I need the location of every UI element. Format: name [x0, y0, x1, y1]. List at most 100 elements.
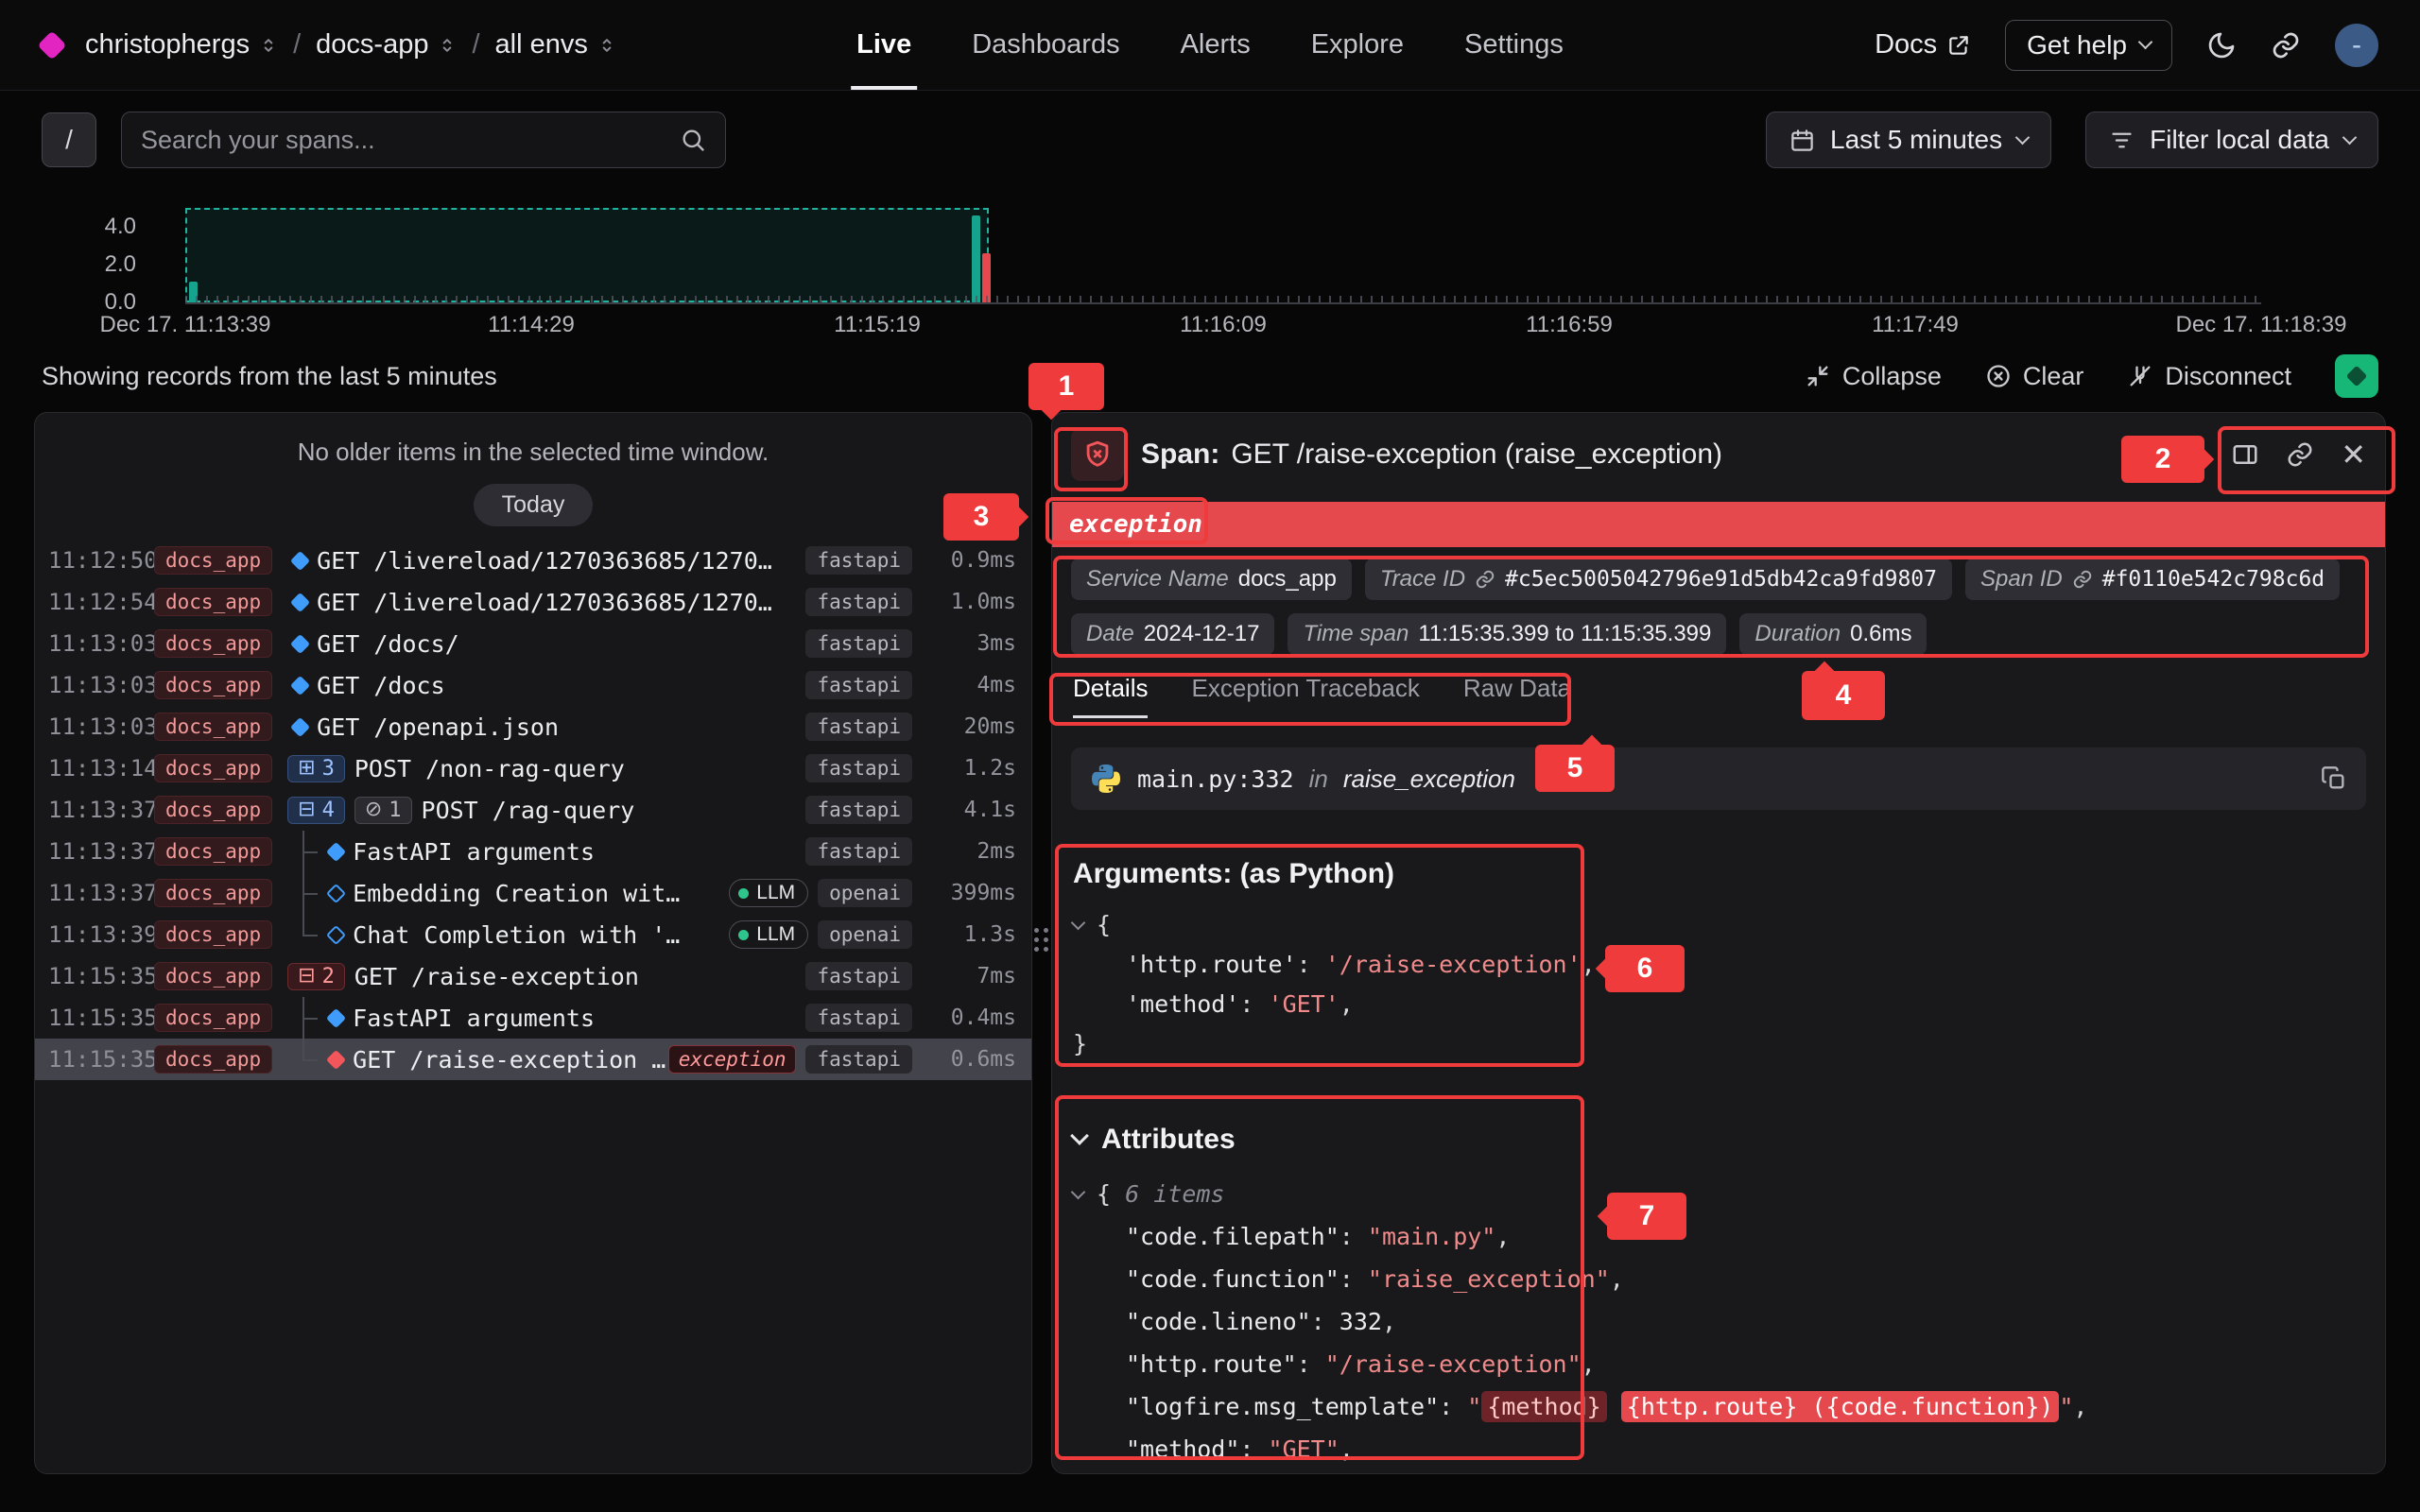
app-tag[interactable]: docs_app: [154, 713, 272, 741]
llm-badge[interactable]: LLM: [729, 920, 808, 949]
span-row[interactable]: 11:13:03docs_appGET /openapi.jsonfastapi…: [35, 706, 1031, 747]
tab-exception-traceback[interactable]: Exception Traceback: [1191, 674, 1419, 714]
framework-tag[interactable]: fastapi: [805, 671, 912, 699]
avatar[interactable]: -: [2335, 24, 2378, 67]
status-bar: Showing records from the last 5 minutes …: [42, 352, 2378, 401]
app-tag[interactable]: docs_app: [154, 796, 272, 824]
axis-ticks: [185, 296, 2261, 302]
framework-tag[interactable]: fastapi: [805, 837, 912, 866]
nav-tab-alerts[interactable]: Alerts: [1181, 0, 1251, 90]
framework-tag[interactable]: fastapi: [805, 962, 912, 990]
logfire-logo-icon[interactable]: [37, 30, 66, 60]
app-tag[interactable]: docs_app: [154, 837, 272, 866]
time-range-button[interactable]: Last 5 minutes: [1766, 112, 2051, 168]
span-row[interactable]: 11:12:54docs_appGET /livereload/12703636…: [35, 581, 1031, 623]
framework-tag[interactable]: fastapi: [805, 1004, 912, 1032]
framework-tag[interactable]: openai: [818, 920, 912, 949]
span-row[interactable]: 11:13:39docs_appChat Completion with '…L…: [35, 914, 1031, 955]
code-token: 6 items: [1125, 1180, 1224, 1208]
app-tag[interactable]: docs_app: [154, 879, 272, 907]
link-icon[interactable]: [1475, 569, 1495, 590]
get-help-button[interactable]: Get help: [2005, 20, 2172, 71]
app-tag[interactable]: docs_app: [154, 546, 272, 575]
span-row[interactable]: 11:13:37docs_appFastAPI argumentsfastapi…: [35, 831, 1031, 872]
x-axis-label: 11:17:49: [1872, 312, 1959, 338]
span-row[interactable]: 11:13:37docs_appEmbedding Creation wit…L…: [35, 872, 1031, 914]
app-tag[interactable]: docs_app: [154, 1045, 272, 1074]
row-tags: LLM openai: [729, 920, 912, 949]
framework-tag[interactable]: fastapi: [805, 1045, 912, 1074]
span-row[interactable]: 11:13:03docs_appGET /docsfastapi4ms: [35, 664, 1031, 706]
framework-tag[interactable]: fastapi: [805, 629, 912, 658]
span-row[interactable]: 11:13:03docs_appGET /docs/fastapi3ms: [35, 623, 1031, 664]
app-tag[interactable]: docs_app: [154, 962, 272, 990]
hidden-children-badge[interactable]: ⊘1: [354, 797, 412, 824]
detail-tabs: Details Exception Traceback Raw Data: [1052, 674, 2385, 715]
panel-layout-icon[interactable]: [2231, 440, 2259, 469]
span-row[interactable]: 11:13:37docs_app⊟4⊘1POST /rag-queryfasta…: [35, 789, 1031, 831]
framework-tag[interactable]: fastapi: [805, 796, 912, 824]
span-row[interactable]: 11:15:35docs_app⊟2GET /raise-exceptionfa…: [35, 955, 1031, 997]
app-tag[interactable]: docs_app: [154, 920, 272, 949]
live-indicator-button[interactable]: [2335, 354, 2378, 398]
span-row[interactable]: 11:15:35docs_appFastAPI argumentsfastapi…: [35, 997, 1031, 1039]
chevron-down-icon[interactable]: [1071, 1185, 1086, 1200]
dark-mode-icon[interactable]: [2206, 30, 2237, 60]
link-icon[interactable]: [2072, 569, 2093, 590]
nav-tab-live[interactable]: Live: [856, 0, 911, 90]
copy-link-icon[interactable]: [2286, 440, 2314, 469]
exception-banner: exception: [1052, 502, 2385, 547]
updown-icon: [438, 36, 457, 55]
chart-plot-area[interactable]: [185, 185, 2261, 302]
slash-shortcut-key: /: [42, 112, 96, 167]
collapsed-children-badge[interactable]: ⊞3: [287, 755, 345, 782]
attributes-heading[interactable]: Attributes: [1052, 1120, 2385, 1160]
top-navbar: christophergs / docs-app / all envs Live…: [0, 0, 2420, 91]
expanded-error-children-badge[interactable]: ⊟2: [287, 963, 345, 990]
chevron-down-icon[interactable]: [1071, 915, 1086, 930]
code-token: "/raise-exception": [1325, 1350, 1582, 1378]
breadcrumb-project[interactable]: docs-app: [316, 29, 457, 60]
share-link-icon[interactable]: [2271, 30, 2301, 60]
copy-icon[interactable]: [2321, 765, 2347, 792]
search-input[interactable]: [141, 126, 666, 155]
span-row[interactable]: 11:15:35docs_appGET /raise-exception …ex…: [35, 1039, 1031, 1080]
chart-selection[interactable]: [185, 208, 989, 302]
llm-label: LLM: [756, 882, 795, 904]
breadcrumb-org[interactable]: christophergs: [85, 29, 278, 60]
row-duration: 2ms: [925, 839, 1016, 864]
app-tag[interactable]: docs_app: [154, 1004, 272, 1032]
tab-details[interactable]: Details: [1073, 674, 1148, 714]
filter-button[interactable]: Filter local data: [2085, 112, 2378, 168]
breadcrumb-env[interactable]: all envs: [495, 29, 616, 60]
meta-value: #f0110e542c798c6d: [2102, 567, 2325, 592]
framework-tag[interactable]: fastapi: [805, 546, 912, 575]
tab-raw-data[interactable]: Raw Data: [1463, 674, 1571, 714]
framework-tag[interactable]: openai: [818, 879, 912, 907]
app-tag[interactable]: docs_app: [154, 671, 272, 699]
row-timestamp: 11:13:14: [48, 755, 154, 782]
nav-tab-dashboards[interactable]: Dashboards: [972, 0, 1119, 90]
app-tag[interactable]: docs_app: [154, 588, 272, 616]
expanded-children-badge[interactable]: ⊟4: [287, 797, 345, 824]
disconnect-button[interactable]: Disconnect: [2127, 362, 2291, 391]
framework-tag[interactable]: fastapi: [805, 754, 912, 782]
date-pill[interactable]: Today: [474, 484, 594, 526]
span-row[interactable]: 11:13:14docs_app⊞3POST /non-rag-queryfas…: [35, 747, 1031, 789]
app-tag[interactable]: docs_app: [154, 754, 272, 782]
framework-tag[interactable]: fastapi: [805, 588, 912, 616]
x-axis-line: [185, 302, 2261, 304]
nav-tab-settings[interactable]: Settings: [1464, 0, 1564, 90]
close-icon[interactable]: ✕: [2341, 439, 2366, 470]
panel-resize-handle[interactable]: [1034, 928, 1047, 960]
docs-link[interactable]: Docs: [1875, 29, 1971, 60]
clear-button[interactable]: Clear: [1985, 362, 2084, 391]
app-tag[interactable]: docs_app: [154, 629, 272, 658]
nav-tab-explore[interactable]: Explore: [1311, 0, 1404, 90]
span-row[interactable]: 11:12:50docs_appGET /livereload/12703636…: [35, 540, 1031, 581]
source-file[interactable]: main.py:332: [1137, 765, 1294, 793]
exception-tag[interactable]: exception: [668, 1045, 797, 1074]
collapse-button[interactable]: Collapse: [1805, 362, 1942, 391]
llm-badge[interactable]: LLM: [729, 879, 808, 907]
framework-tag[interactable]: fastapi: [805, 713, 912, 741]
